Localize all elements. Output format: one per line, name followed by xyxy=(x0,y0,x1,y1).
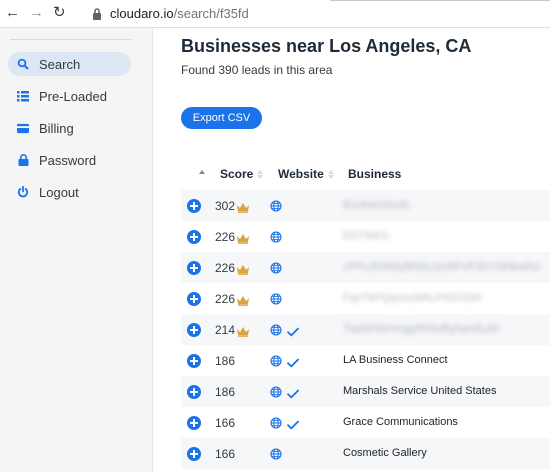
tab-edge xyxy=(330,0,550,4)
page-title: Businesses near Los Angeles, CA xyxy=(181,36,472,56)
score-value: 166 xyxy=(215,447,236,461)
expand-row-icon[interactable] xyxy=(187,416,201,430)
table-row[interactable]: 226 cPFuJDNMyBNbLGuRPvPJbYSKlkwiNJ xyxy=(181,252,550,283)
globe-icon[interactable] xyxy=(270,199,282,212)
table-row[interactable]: 226 EDTMKS xyxy=(181,221,550,252)
export-csv-button[interactable]: Export CSV xyxy=(181,107,262,129)
sidebar-item-label: Password xyxy=(39,152,97,168)
globe-icon[interactable] xyxy=(270,230,282,243)
crown-icon xyxy=(236,262,250,275)
lock-icon xyxy=(93,8,101,20)
expand-row-icon[interactable] xyxy=(187,323,201,337)
score-value: 186 xyxy=(215,385,236,399)
business-name: LA Business Connect xyxy=(343,354,448,366)
expand-row-icon[interactable] xyxy=(187,385,201,399)
browser-toolbar: ← → ↻ cloudaro.io/search/f35fd xyxy=(0,0,550,28)
expand-row-icon[interactable] xyxy=(187,447,201,461)
crown-icon xyxy=(236,293,250,306)
reload-icon[interactable]: ↻ xyxy=(53,5,66,21)
sidebar: Search Pre-Loaded Billing Password Logou… xyxy=(0,28,153,472)
business-name: cPFuJDNMyBNbLGuRPvPJbYSKlkwiNJ xyxy=(343,261,541,273)
list-icon xyxy=(17,90,29,102)
table-row[interactable]: 302 Bunkerclouds xyxy=(181,190,550,221)
globe-icon[interactable] xyxy=(270,416,282,429)
sidebar-item-label: Billing xyxy=(39,120,74,136)
verified-check-icon xyxy=(287,386,299,399)
business-name: Bunkerclouds xyxy=(343,199,410,211)
score-value: 226 xyxy=(215,261,236,275)
table-row[interactable]: 186 Marshals Service United States xyxy=(181,376,550,407)
sidebar-item-label: Logout xyxy=(39,184,79,200)
credit-card-icon xyxy=(17,122,29,134)
crown-icon xyxy=(236,324,250,337)
table-row[interactable]: 214 TkpNHNrmngyRHiUByhandLeD xyxy=(181,314,550,345)
business-name: Marshals Service United States xyxy=(343,385,497,397)
expand-row-icon[interactable] xyxy=(187,230,201,244)
globe-icon[interactable] xyxy=(270,354,282,367)
globe-icon[interactable] xyxy=(270,261,282,274)
sort-asc-icon[interactable] xyxy=(199,170,205,174)
column-header-website[interactable]: Website xyxy=(278,167,334,181)
globe-icon[interactable] xyxy=(270,385,282,398)
verified-check-icon xyxy=(287,324,299,337)
column-header-business[interactable]: Business xyxy=(348,167,401,181)
address-bar[interactable]: cloudaro.io/search/f35fd xyxy=(110,6,249,22)
score-value: 186 xyxy=(215,354,236,368)
score-value: 302 xyxy=(215,199,236,213)
sidebar-item-billing[interactable]: Billing xyxy=(8,116,131,140)
business-name: Grace Communications xyxy=(343,416,458,428)
divider xyxy=(10,39,131,40)
globe-icon[interactable] xyxy=(270,447,282,460)
table-header: Score Website Business xyxy=(181,163,550,183)
crown-icon xyxy=(236,200,250,213)
search-icon xyxy=(17,58,29,70)
business-name: Cosmetic Gallery xyxy=(343,447,427,459)
sidebar-item-label: Pre-Loaded xyxy=(39,88,107,104)
power-icon xyxy=(17,186,29,198)
business-name: EDTMKS xyxy=(343,230,389,242)
forward-arrow-icon[interactable]: → xyxy=(29,5,44,21)
score-value: 214 xyxy=(215,323,236,337)
score-value: 226 xyxy=(215,292,236,306)
business-name: FqnTkPQaclucbRLPtGOZeh xyxy=(343,292,483,304)
expand-row-icon[interactable] xyxy=(187,261,201,275)
lock-icon xyxy=(17,154,29,166)
main-content: Businesses near Los Angeles, CA Found 39… xyxy=(154,28,550,472)
score-value: 166 xyxy=(215,416,236,430)
sidebar-item-label: Search xyxy=(39,56,81,72)
table-row[interactable]: 166 Cosmetic Gallery xyxy=(181,438,550,469)
lead-count: Found 390 leads in this area xyxy=(181,63,333,77)
expand-row-icon[interactable] xyxy=(187,354,201,368)
table-row[interactable]: 166 Grace Communications xyxy=(181,407,550,438)
sidebar-item-password[interactable]: Password xyxy=(8,148,131,172)
expand-row-icon[interactable] xyxy=(187,292,201,306)
expand-row-icon[interactable] xyxy=(187,199,201,213)
column-header-score[interactable]: Score xyxy=(220,167,264,181)
globe-icon[interactable] xyxy=(270,323,282,336)
score-value: 226 xyxy=(215,230,236,244)
table-row[interactable]: 186 LA Business Connect xyxy=(181,345,550,376)
sidebar-item-logout[interactable]: Logout xyxy=(8,180,131,204)
business-name: TkpNHNrmngyRHiUByhandLeD xyxy=(343,323,500,335)
table-row[interactable]: 226 FqnTkPQaclucbRLPtGOZeh xyxy=(181,283,550,314)
globe-icon[interactable] xyxy=(270,292,282,305)
verified-check-icon xyxy=(287,417,299,430)
sort-icon xyxy=(327,169,334,179)
sidebar-item-pre-loaded[interactable]: Pre-Loaded xyxy=(8,84,131,108)
verified-check-icon xyxy=(287,355,299,368)
sidebar-item-search[interactable]: Search xyxy=(8,52,131,76)
crown-icon xyxy=(236,231,250,244)
sort-icon xyxy=(257,169,264,179)
back-arrow-icon[interactable]: ← xyxy=(5,5,20,21)
